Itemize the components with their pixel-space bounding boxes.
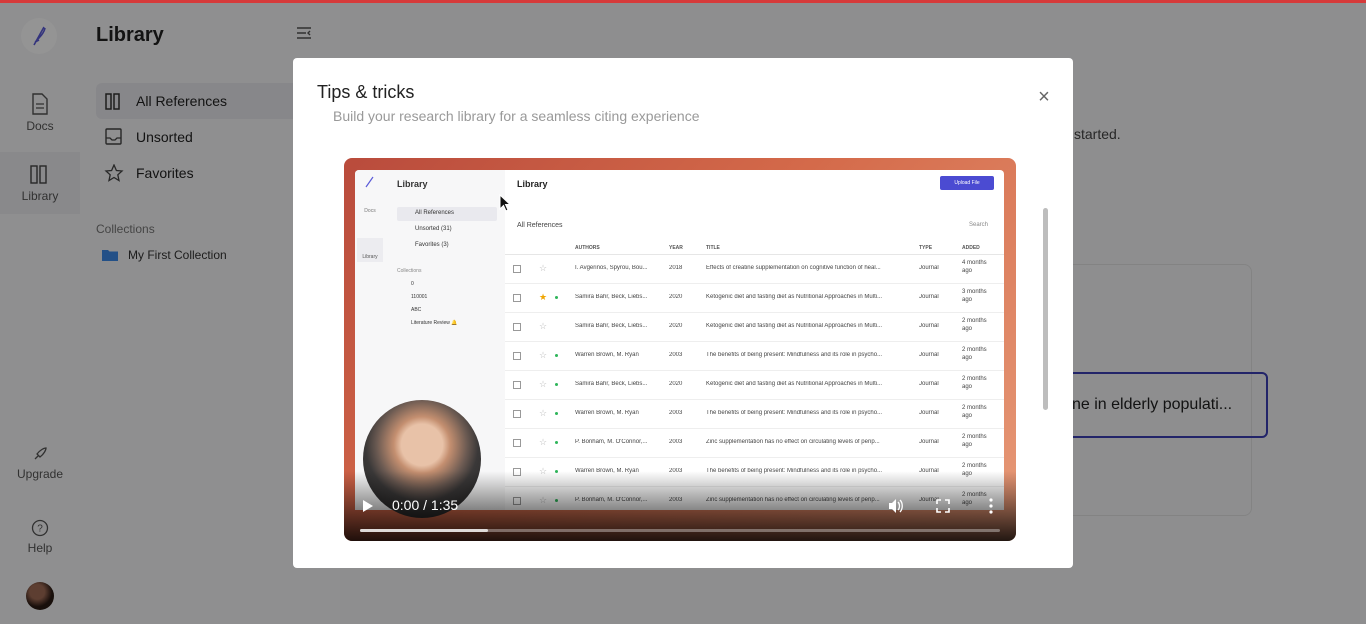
close-icon[interactable]: × [1035, 87, 1053, 107]
frame-search: Search [968, 222, 988, 228]
mouse-cursor-icon [499, 194, 511, 212]
frame-main-title: Library [517, 179, 548, 189]
frame-header: ADDED [962, 245, 980, 251]
checkbox-icon [513, 352, 521, 360]
checkbox-icon [513, 410, 521, 418]
feather-logo-icon [365, 176, 374, 188]
tips-modal: Tips & tricks Build your research librar… [293, 58, 1073, 568]
frame-header: TITLE [706, 245, 720, 251]
frame-table-row: ☆ Warren Brown, M. Ryan 2003 The benefits o… [505, 342, 1004, 371]
frame-table-row: ☆ Samira Bahr, Beck, Liebs... 2020 Ketogeni… [505, 371, 1004, 400]
checkbox-icon [513, 381, 521, 389]
frame-cell-year: 2018 [669, 265, 683, 271]
more-options-icon[interactable] [988, 498, 994, 514]
frame-cell-authors: Samira Bahr, Beck, Liebs... [575, 323, 648, 329]
star-icon: ☆ [539, 350, 548, 360]
checkbox-icon [513, 265, 521, 273]
frame-cell-added: 2 months ago [962, 318, 987, 332]
frame-sidebar-title: Library [397, 179, 428, 189]
frame-cell-authors: I. Avgerinos, Spyrou, Bou... [575, 265, 648, 271]
frame-cell-authors: Warren Brown, M. Ryan [575, 352, 639, 358]
frame-header: TYPE [919, 245, 933, 251]
frame-cell-type: Journal [919, 323, 939, 329]
star-icon: ☆ [539, 408, 548, 418]
frame-table-row: ☆ Warren Brown, M. Ryan 2003 The benefits o… [505, 400, 1004, 429]
fullscreen-icon[interactable] [936, 499, 950, 513]
video-progress-bar[interactable] [360, 529, 1000, 532]
frame-cell-authors: P. Bonham, M. O'Connor,... [575, 439, 648, 445]
top-accent-line [0, 0, 1366, 3]
frame-cell-added: 2 months ago [962, 376, 987, 390]
status-dot [555, 383, 558, 386]
modal-title: Tips & tricks [317, 82, 415, 102]
tutorial-video[interactable]: Docs Library Library All References Unso… [344, 158, 1016, 541]
checkbox-icon [513, 323, 521, 331]
status-dot [555, 296, 558, 299]
frame-rail-docs: Docs [364, 208, 376, 214]
frame-cell-year: 2020 [669, 381, 683, 387]
frame-collections-label: Collections [397, 268, 422, 274]
star-icon: ☆ [539, 321, 548, 331]
checkbox-icon [513, 294, 521, 302]
frame-collection: ABC [411, 307, 422, 313]
video-time: 0:00 / 1:35 [392, 497, 459, 513]
frame-table-row: ☆ I. Avgerinos, Spyrou, Bou... 2018 Effects… [505, 255, 1004, 284]
video-controls: 0:00 / 1:35 [344, 471, 1016, 541]
frame-cell-authors: Samira Bahr, Beck, Liebs... [575, 381, 648, 387]
frame-cell-type: Journal [919, 265, 939, 271]
star-icon: ★ [539, 292, 548, 302]
frame-collection: 0 [411, 281, 414, 287]
frame-table-row: ☆ P. Bonham, M. O'Connor,... 2003 Zinc supp… [505, 429, 1004, 458]
frame-cell-added: 2 months ago [962, 347, 987, 361]
frame-cell-year: 2020 [669, 294, 683, 300]
frame-table-row: ☆ Samira Bahr, Beck, Liebs... 2020 Ketogeni… [505, 313, 1004, 342]
frame-header: YEAR [669, 245, 683, 251]
star-icon: ☆ [539, 437, 548, 447]
frame-nav-item: All References [415, 210, 455, 216]
volume-icon[interactable] [888, 498, 904, 514]
frame-table-row: ★ Samira Bahr, Beck, Liebs... 2020 Ketogeni… [505, 284, 1004, 313]
frame-cell-type: Journal [919, 352, 939, 358]
checkbox-icon [513, 439, 521, 447]
frame-cell-title: Ketogenic diet and fasting diet as Nutri… [706, 294, 883, 300]
frame-cell-year: 2003 [669, 439, 683, 445]
frame-cell-type: Journal [919, 410, 939, 416]
frame-cell-year: 2003 [669, 352, 683, 358]
status-dot [555, 412, 558, 415]
play-icon[interactable] [362, 499, 374, 513]
frame-main: Library Upload File All References Searc… [505, 170, 1004, 510]
frame-cell-added: 3 months ago [962, 289, 987, 303]
frame-upload-button: Upload File [940, 176, 994, 190]
star-icon: ☆ [539, 379, 548, 389]
star-icon: ☆ [539, 263, 548, 273]
frame-cell-added: 2 months ago [962, 434, 987, 448]
frame-cell-title: The benefits of being present: Mindfulne… [706, 410, 883, 416]
frame-cell-title: Zinc supplementation has no effect on ci… [706, 439, 880, 445]
frame-cell-authors: Warren Brown, M. Ryan [575, 410, 639, 416]
frame-cell-title: Effects of creatine supplementation on c… [706, 265, 881, 271]
frame-cell-title: Ketogenic diet and fasting diet as Nutri… [706, 381, 883, 387]
video-progress-fill [360, 529, 488, 532]
frame-cell-title: The benefits of being present: Mindfulne… [706, 352, 883, 358]
frame-cell-type: Journal [919, 439, 939, 445]
frame-collection: Literature Review 🔔 [411, 320, 458, 326]
frame-cell-type: Journal [919, 381, 939, 387]
frame-cell-added: 2 months ago [962, 405, 987, 419]
frame-rail-library: Library [362, 254, 378, 260]
frame-cell-title: Ketogenic diet and fasting diet as Nutri… [706, 323, 883, 329]
status-dot [555, 354, 558, 357]
modal-subtitle: Build your research library for a seamle… [333, 108, 700, 124]
frame-tab: All References [517, 222, 563, 229]
frame-cell-authors: Samira Bahr, Beck, Liebs... [575, 294, 648, 300]
frame-cell-type: Journal [919, 294, 939, 300]
frame-header: AUTHORS [575, 245, 600, 251]
frame-nav-item: Favorites (3) [415, 242, 449, 248]
frame-collection: 110001 [411, 294, 428, 300]
modal-scrollbar[interactable] [1043, 208, 1048, 410]
status-dot [555, 441, 558, 444]
frame-cell-year: 2020 [669, 323, 683, 329]
frame-cell-year: 2003 [669, 410, 683, 416]
frame-cell-added: 4 months ago [962, 260, 987, 274]
frame-nav-item: Unsorted (31) [415, 226, 452, 232]
